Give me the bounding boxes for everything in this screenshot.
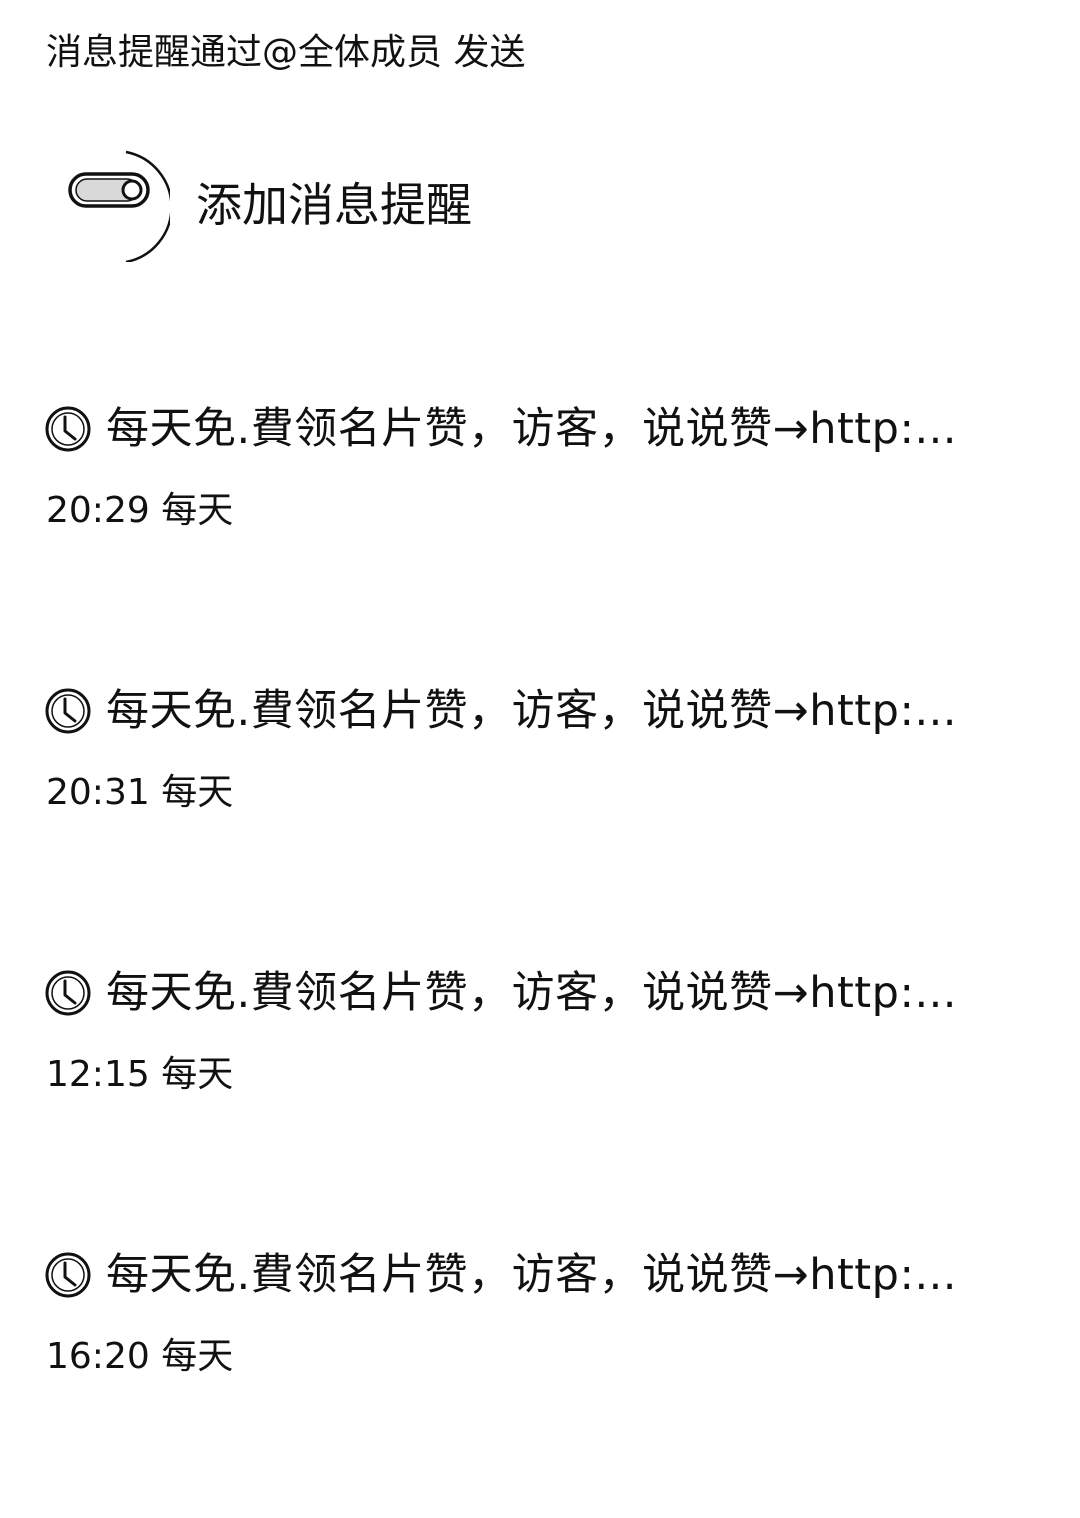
reminder-text: 每天免.費领名片赞，访客，说说赞→http:... bbox=[106, 968, 957, 1018]
reminder-time: 12:15 bbox=[46, 1054, 150, 1095]
reminder-repeat: 每天 bbox=[161, 772, 234, 813]
reminder-text: 每天免.費领名片赞，访客，说说赞→http:... bbox=[106, 686, 957, 736]
reminder-text: 每天免.費领名片赞，访客，说说赞→http:... bbox=[106, 1250, 957, 1300]
reminder-schedule: 12:15 每天 bbox=[46, 1050, 233, 1100]
reminder-time: 20:29 bbox=[46, 490, 150, 531]
add-reminder-button[interactable]: 添加消息提醒 bbox=[50, 140, 1030, 270]
reminder-repeat: 每天 bbox=[161, 490, 234, 531]
reminder-item[interactable]: 每天免.費领名片赞，访客，说说赞→http:... 12:15 每天 bbox=[44, 962, 1044, 1112]
reminder-item[interactable]: 每天免.費领名片赞，访客，说说赞→http:... 20:31 每天 bbox=[44, 680, 1044, 830]
reminder-time: 20:31 bbox=[46, 772, 150, 813]
reminder-repeat: 每天 bbox=[161, 1054, 234, 1095]
reminder-text: 每天免.費领名片赞，访客，说说赞→http:... bbox=[106, 404, 957, 454]
add-reminder-label: 添加消息提醒 bbox=[196, 178, 472, 232]
reminder-time: 16:20 bbox=[46, 1336, 150, 1377]
reminder-item[interactable]: 每天免.費领名片赞，访客，说说赞→http:... 20:29 每天 bbox=[44, 398, 1044, 548]
reminder-schedule: 16:20 每天 bbox=[46, 1332, 233, 1382]
header-note: 消息提醒通过@全体成员 发送 bbox=[46, 32, 526, 73]
clock-icon bbox=[45, 1252, 91, 1298]
clock-icon bbox=[45, 688, 91, 734]
toggle-switch-icon bbox=[68, 150, 170, 262]
reminder-schedule: 20:31 每天 bbox=[46, 768, 233, 818]
reminder-schedule: 20:29 每天 bbox=[46, 486, 233, 536]
reminder-repeat: 每天 bbox=[161, 1336, 234, 1377]
reminder-item[interactable]: 每天免.費领名片赞，访客，说说赞→http:... 16:20 每天 bbox=[44, 1244, 1044, 1394]
clock-icon bbox=[45, 970, 91, 1016]
clock-icon bbox=[45, 406, 91, 452]
